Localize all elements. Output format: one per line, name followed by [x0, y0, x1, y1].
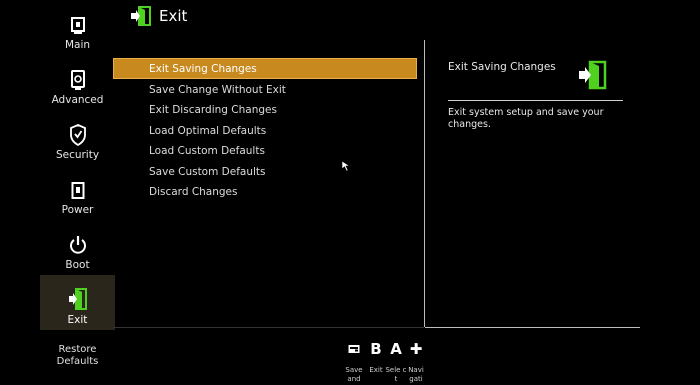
menu-item-save-custom-defaults[interactable]: Save Custom Defaults	[113, 161, 417, 182]
menu-item-exit-saving-changes[interactable]: Exit Saving Changes	[113, 58, 417, 79]
restore-label-line2: Defaults	[56, 356, 99, 367]
exit-door-icon	[579, 60, 607, 90]
save-key-icon	[343, 340, 365, 358]
sidebar-item-advanced[interactable]: Advanced	[40, 55, 115, 110]
page-header: Exit	[130, 6, 187, 26]
help-title: Exit Saving Changes	[448, 61, 556, 73]
mouse-cursor-icon	[341, 160, 351, 172]
sidebar-item-label: Main	[64, 39, 91, 51]
sidebar-item-label: Security	[55, 149, 100, 161]
exit-door-icon	[68, 288, 87, 310]
hint-label: Exit	[369, 366, 383, 374]
power-icon	[71, 182, 84, 199]
panel-divider	[424, 40, 425, 327]
help-divider	[448, 100, 623, 101]
menu-item-exit-discarding-changes[interactable]: Exit Discarding Changes	[113, 99, 417, 120]
exit-menu-list: Exit Saving Changes Save Change Without …	[113, 58, 417, 202]
sidebar-item-label: Power	[61, 204, 94, 216]
hint-save-and-exit[interactable]: Save and	[343, 340, 365, 384]
sidebar-item-exit[interactable]: Exit	[40, 275, 115, 330]
main-icon	[70, 17, 85, 34]
hint-label: Save and	[345, 366, 363, 383]
boot-power-icon	[69, 236, 86, 254]
page-title: Exit	[159, 7, 188, 25]
hint-label: Sele ct	[385, 366, 407, 383]
sidebar-item-security[interactable]: Security	[40, 110, 115, 165]
menu-item-load-custom-defaults[interactable]: Load Custom Defaults	[113, 140, 417, 161]
shield-icon	[69, 124, 86, 146]
sidebar-item-power[interactable]: Power	[40, 165, 115, 220]
hint-navigate[interactable]: ✚ Navi gati	[405, 340, 427, 384]
exit-door-icon	[131, 6, 151, 26]
help-description: Exit system setup and save your changes.	[448, 107, 604, 130]
restore-defaults-button[interactable]: Restore Defaults	[40, 344, 115, 368]
sidebar-item-label: Boot	[65, 259, 90, 271]
a-key-icon: A	[390, 340, 402, 358]
menu-item-save-change-without-exit[interactable]: Save Change Without Exit	[113, 79, 417, 100]
sidebar-item-boot[interactable]: Boot	[40, 220, 115, 275]
restore-label-line1: Restore	[58, 344, 97, 355]
advanced-icon	[70, 70, 85, 90]
sidebar-item-main[interactable]: Main	[40, 0, 115, 55]
hint-exit[interactable]: B Exit	[365, 340, 387, 375]
dpad-icon: ✚	[409, 340, 423, 358]
sidebar-item-label: Advanced	[51, 94, 104, 106]
sidebar: Main Advanced Security Power Boot Exit	[40, 0, 115, 330]
sidebar-item-label: Exit	[67, 314, 88, 326]
hint-label: Navi gati	[408, 366, 424, 383]
b-key-icon: B	[370, 340, 382, 358]
menu-item-load-optimal-defaults[interactable]: Load Optimal Defaults	[113, 120, 417, 141]
bottom-divider-left	[113, 327, 424, 328]
menu-item-discard-changes[interactable]: Discard Changes	[113, 181, 417, 202]
hint-select[interactable]: A Sele ct	[385, 340, 407, 384]
bottom-divider-right	[425, 327, 640, 328]
